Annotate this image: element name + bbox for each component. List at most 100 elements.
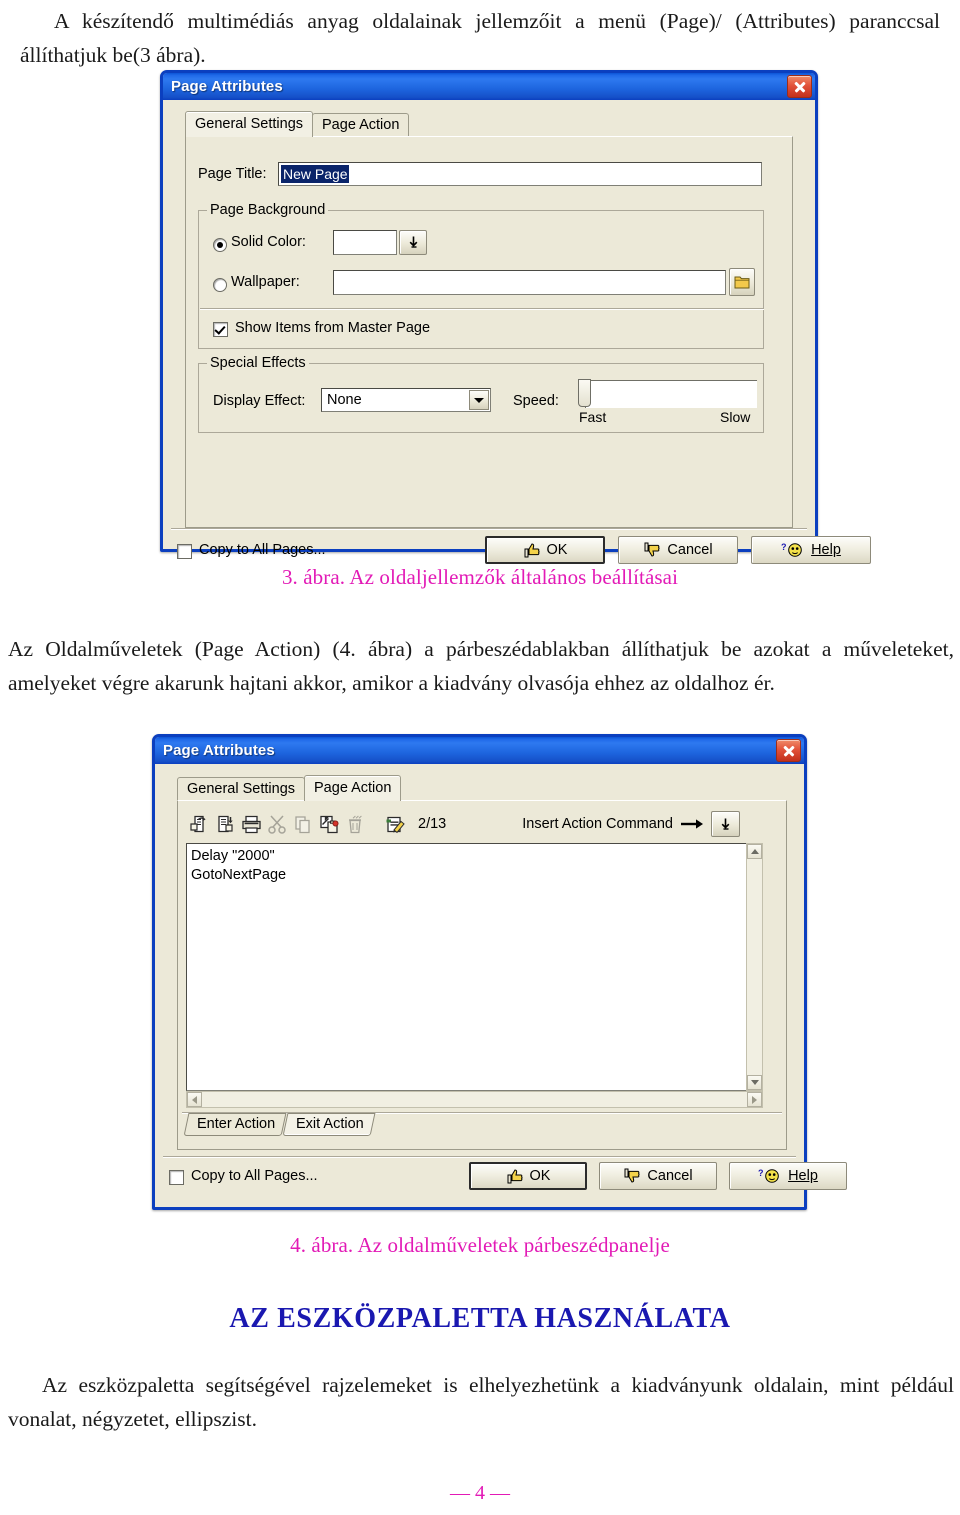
figure-3-caption: 3. ábra. Az oldaljellemzők általános beá…	[281, 565, 679, 589]
figure-4-caption: 4. ábra. Az oldalműveletek párbeszédpane…	[290, 1233, 670, 1257]
print-icon[interactable]	[238, 812, 264, 836]
open-file-icon[interactable]	[186, 812, 212, 836]
cancel-button[interactable]: Cancel	[618, 536, 738, 564]
scroll-up-button[interactable]	[747, 844, 762, 859]
svg-text:?: ?	[758, 1168, 764, 1178]
group-separator	[200, 308, 764, 310]
general-settings-panel: Page Title: New Page Page Background Sol…	[185, 136, 793, 528]
ok-button[interactable]: OK	[469, 1162, 587, 1190]
show-master-page-checkbox[interactable]	[213, 322, 228, 337]
help-button[interactable]: ? Help	[751, 536, 871, 564]
display-effect-label: Display Effect:	[213, 393, 306, 409]
solid-color-swatch[interactable]	[333, 230, 397, 255]
dropdown-arrow-icon[interactable]	[710, 811, 740, 837]
color-dropdown-icon[interactable]	[399, 230, 427, 255]
paragraph-3: Az eszközpaletta segítségével rajzelemek…	[8, 1368, 954, 1436]
tab-general-settings[interactable]: General Settings	[185, 111, 314, 137]
page-background-legend: Page Background	[207, 202, 329, 218]
cut-icon[interactable]	[264, 812, 290, 836]
tab-page-action-label: Page Action	[314, 780, 392, 796]
scroll-left-button[interactable]	[187, 1092, 202, 1107]
copy-all-pages-label: Copy to All Pages...	[199, 542, 326, 558]
dialog2-body: General Settings Page Action 2/13 Insert…	[155, 764, 847, 1207]
tabstrip-2: General Settings Page Action	[177, 775, 402, 801]
subtab-enter-action-label: Enter Action	[197, 1116, 276, 1132]
delete-icon[interactable]	[342, 812, 368, 836]
save-file-icon[interactable]	[212, 812, 238, 836]
tab-general-settings-label: General Settings	[195, 116, 304, 132]
subtab-exit-action[interactable]: Exit Action	[282, 1113, 376, 1136]
wallpaper-input[interactable]	[333, 270, 726, 295]
action-subtabs: Enter Action Exit Action	[183, 1113, 376, 1136]
copy-all-pages-checkbox[interactable]	[169, 1170, 184, 1185]
chevron-down-icon[interactable]	[469, 390, 489, 410]
page-number: — 4 —	[450, 1482, 510, 1504]
wallpaper-radio[interactable]	[213, 278, 227, 292]
display-effect-value: None	[327, 392, 362, 408]
thumbs-down-icon	[624, 1168, 640, 1183]
paragraph-2: Az Oldalműveletek (Page Action) (4. ábra…	[8, 632, 954, 700]
tabstrip: General Settings Page Action	[185, 111, 410, 137]
footer-separator	[171, 528, 807, 530]
thumbs-up-icon	[507, 1169, 523, 1184]
speed-slider-track[interactable]	[585, 380, 757, 408]
action-list-hscrollbar[interactable]	[186, 1091, 763, 1108]
section-heading: AZ ESZKÖZPALETTA HASZNÁLATA	[229, 1303, 731, 1334]
action-list[interactable]: Delay "2000" GotoNextPage	[186, 843, 763, 1091]
tab-general-settings[interactable]: General Settings	[177, 777, 306, 801]
help-icon: ?	[758, 1168, 779, 1183]
ok-button-label: OK	[529, 1168, 551, 1184]
folder-icon[interactable]	[729, 268, 755, 296]
dialog-title: Page Attributes	[171, 78, 283, 95]
page-title-value: New Page	[281, 165, 349, 183]
wallpaper-label: Wallpaper:	[231, 274, 300, 290]
help-button-label: Help	[788, 1168, 818, 1184]
page-attributes-general-dialog[interactable]: Page Attributes General Settings Page Ac…	[160, 70, 871, 564]
cancel-button-label: Cancel	[667, 542, 713, 558]
cancel-button[interactable]: Cancel	[599, 1162, 717, 1190]
speed-slow-label: Slow	[720, 409, 751, 425]
special-effects-group: Special Effects Display Effect: None Spe…	[198, 355, 764, 433]
page-action-panel: 2/13 Insert Action Command Delay "2000" …	[177, 800, 787, 1150]
subtab-enter-action[interactable]: Enter Action	[183, 1113, 287, 1136]
scroll-down-button[interactable]	[747, 1075, 762, 1090]
svg-text:?: ?	[781, 542, 787, 552]
help-button[interactable]: ? Help	[729, 1162, 847, 1190]
dialog-body: General Settings Page Action Page Title:…	[163, 100, 871, 564]
copy-all-pages-checkbox[interactable]	[177, 544, 192, 559]
solid-color-label: Solid Color:	[231, 234, 306, 250]
help-icon: ?	[781, 542, 802, 557]
footer-separator-2	[163, 1156, 796, 1158]
speed-label: Speed:	[513, 393, 559, 409]
paste-icon[interactable]	[316, 812, 342, 836]
scroll-right-button[interactable]	[747, 1092, 762, 1107]
arrow-right-icon	[680, 818, 705, 830]
ok-button[interactable]: OK	[485, 536, 605, 564]
page-title-input[interactable]: New Page	[278, 162, 762, 186]
insert-action-command-label: Insert Action Command	[522, 816, 673, 832]
close-icon[interactable]	[776, 739, 801, 762]
action-list-vscrollbar[interactable]	[746, 843, 763, 1091]
list-item[interactable]: GotoNextPage	[191, 866, 758, 885]
edit-action-icon[interactable]	[382, 812, 408, 836]
tab-general-settings-label: General Settings	[187, 781, 296, 797]
tab-page-action[interactable]: Page Action	[304, 775, 402, 801]
list-item[interactable]: Delay "2000"	[191, 847, 758, 866]
help-button-label: Help	[811, 542, 841, 558]
page-background-group: Page Background Solid Color: Wallpaper:	[198, 202, 764, 349]
paragraph-3-text: Az eszközpaletta segítségével rajzelemek…	[8, 1373, 954, 1431]
action-counter: 2/13	[418, 816, 447, 832]
dialog2-titlebar[interactable]: Page Attributes	[155, 737, 804, 764]
special-effects-legend: Special Effects	[207, 355, 309, 371]
tab-page-action[interactable]: Page Action	[312, 113, 410, 137]
close-icon[interactable]	[787, 75, 812, 98]
copy-icon[interactable]	[290, 812, 316, 836]
solid-color-radio[interactable]	[213, 238, 227, 252]
show-master-page-label: Show Items from Master Page	[235, 320, 431, 336]
speed-slider-thumb[interactable]	[578, 379, 591, 407]
paragraph-1: A készítendő multimédiás anyag oldalaina…	[20, 4, 940, 72]
dialog-titlebar[interactable]: Page Attributes	[163, 73, 815, 100]
page-attributes-action-dialog[interactable]: Page Attributes General Settings Page Ac…	[152, 734, 847, 1210]
display-effect-select[interactable]: None	[321, 388, 491, 412]
paragraph-1-text: A készítendő multimédiás anyag oldalaina…	[20, 9, 940, 67]
